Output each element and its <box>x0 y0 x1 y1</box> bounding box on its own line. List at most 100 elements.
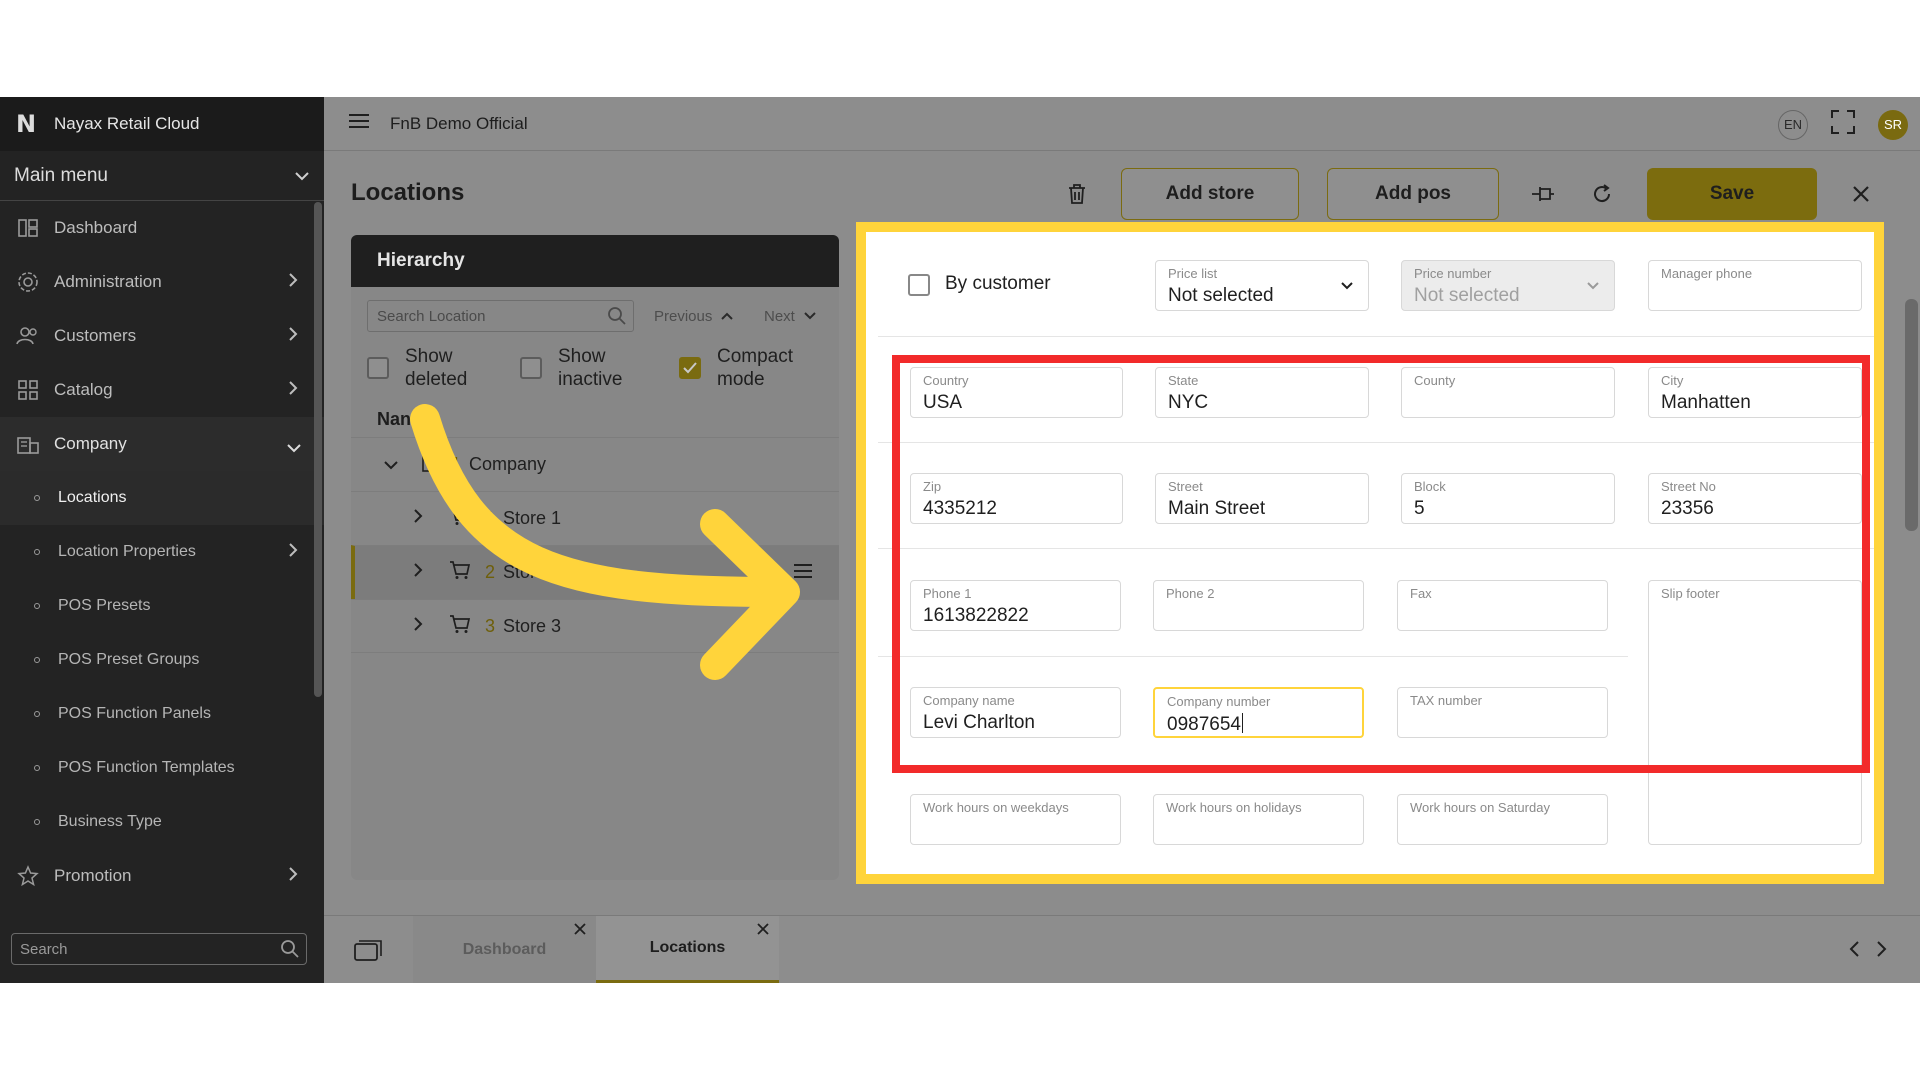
sidebar-item-promotion[interactable]: Promotion <box>0 849 324 903</box>
cart-icon <box>449 506 471 531</box>
sidebar-subitem-pos-function-templates[interactable]: POS Function Templates <box>0 741 324 795</box>
save-button[interactable]: Save <box>1647 168 1817 220</box>
work-hours-weekdays-field[interactable]: Work hours on weekdays <box>910 794 1121 845</box>
tree-row-number: 3 <box>485 615 496 636</box>
page-title: Locations <box>351 179 465 206</box>
main-menu-toggle[interactable]: Main menu <box>0 151 324 201</box>
field-label: Price list <box>1168 266 1218 281</box>
chevron-right-icon <box>288 542 298 563</box>
sidebar-item-administration[interactable]: Administration <box>0 255 324 309</box>
tree-row-store-1[interactable]: 1 Store 1 <box>351 491 839 545</box>
work-hours-holidays-field[interactable]: Work hours on holidays <box>1153 794 1364 845</box>
workspace-name: FnB Demo Official <box>390 113 528 133</box>
by-customer-checkbox[interactable] <box>908 274 930 296</box>
trash-icon[interactable] <box>1064 181 1090 207</box>
tree-row-label: Store 3 <box>503 615 562 636</box>
hamburger-menu-icon[interactable] <box>348 113 370 134</box>
compact-mode-checkbox[interactable] <box>679 357 701 379</box>
by-customer-label: By customer <box>945 273 1051 294</box>
sidebar: N Nayax Retail Cloud Main menu Dashboard… <box>0 97 324 983</box>
sidebar-subitem-pos-function-panels[interactable]: POS Function Panels <box>0 687 324 741</box>
fullscreen-icon[interactable] <box>1830 109 1856 140</box>
bullet-icon <box>34 603 40 609</box>
price-list-select[interactable]: Price list Not selected <box>1155 260 1369 311</box>
sidebar-item-label: Company <box>54 434 127 453</box>
building-icon <box>16 432 40 456</box>
brand-header: N Nayax Retail Cloud <box>0 97 324 151</box>
add-store-button[interactable]: Add store <box>1121 168 1299 220</box>
sidebar-subitem-business-type[interactable]: Business Type <box>0 795 324 849</box>
next-button[interactable]: Next <box>764 308 817 325</box>
previous-button[interactable]: Previous <box>654 308 734 325</box>
tree-row-store-2[interactable]: 2 Store 2 <box>351 545 839 599</box>
refresh-icon[interactable] <box>1589 181 1615 207</box>
field-label: Manager phone <box>1661 266 1753 281</box>
add-pos-button[interactable]: Add pos <box>1327 168 1499 220</box>
hierarchy-header: Hierarchy <box>351 235 839 287</box>
tab-dashboard[interactable]: Dashboard <box>413 916 596 983</box>
location-search-input[interactable]: Search Location <box>367 300 634 332</box>
chevron-left-icon[interactable] <box>1848 940 1860 963</box>
chevron-down-icon <box>286 438 302 458</box>
sidebar-item-dashboard[interactable]: Dashboard <box>0 201 324 255</box>
location-search-placeholder: Search Location <box>377 307 486 325</box>
chevron-right-icon <box>288 380 298 401</box>
sidebar-subitem-locations[interactable]: Locations <box>0 471 324 525</box>
sidebar-subitem-location-properties[interactable]: Location Properties <box>0 525 324 579</box>
sidebar-item-label: Promotion <box>54 866 132 885</box>
chevron-right-icon <box>288 326 298 347</box>
sidebar-search-input[interactable]: Search <box>11 933 307 965</box>
pin-icon[interactable] <box>1530 181 1556 207</box>
highlight-red-box <box>892 355 1870 773</box>
chevron-down-icon[interactable] <box>383 454 399 475</box>
chevron-right-icon[interactable] <box>413 562 423 583</box>
windows-icon[interactable] <box>354 940 382 967</box>
main-menu-label: Main menu <box>14 164 108 186</box>
users-icon <box>16 324 40 348</box>
sidebar-subitem-label: POS Preset Groups <box>58 651 200 668</box>
chevron-up-icon <box>720 308 734 325</box>
compact-mode-label: Compact mode <box>717 346 794 390</box>
sidebar-item-label: Dashboard <box>54 218 138 237</box>
search-icon[interactable] <box>280 939 300 963</box>
app-frame: N Nayax Retail Cloud Main menu Dashboard… <box>0 97 1920 983</box>
show-deleted-checkbox[interactable] <box>367 357 389 379</box>
close-icon[interactable] <box>574 922 586 940</box>
star-icon <box>16 864 40 888</box>
sidebar-item-catalog[interactable]: Catalog <box>0 363 324 417</box>
row-menu-icon[interactable] <box>793 563 813 584</box>
tree-row-store-3[interactable]: 3 Store 3 <box>351 599 839 653</box>
tab-label: Locations <box>649 939 726 956</box>
sidebar-subitem-label: Business Type <box>58 813 162 830</box>
sidebar-subitem-pos-preset-groups[interactable]: POS Preset Groups <box>0 633 324 687</box>
field-label: Work hours on weekdays <box>923 800 1069 815</box>
language-button[interactable]: EN <box>1778 109 1808 140</box>
show-inactive-checkbox[interactable] <box>520 357 542 379</box>
tree-row-company[interactable]: 1 Company <box>351 437 839 491</box>
chevron-right-icon[interactable] <box>413 508 423 529</box>
tree-row-number: 1 <box>485 508 496 528</box>
sidebar-subitem-label: POS Presets <box>58 597 151 614</box>
bullet-icon <box>34 657 40 663</box>
form-scrollbar[interactable] <box>1905 299 1918 531</box>
tab-label: Dashboard <box>462 941 547 958</box>
tab-locations[interactable]: Locations <box>596 916 779 983</box>
chevron-right-icon[interactable] <box>1876 940 1888 963</box>
sidebar-item-company[interactable]: Company <box>0 417 324 471</box>
price-number-select[interactable]: Price number Not selected <box>1401 260 1615 311</box>
sidebar-scrollbar[interactable] <box>314 202 322 697</box>
chevron-down-icon <box>803 308 817 325</box>
close-icon[interactable] <box>1848 181 1874 207</box>
chevron-down-icon <box>1340 278 1354 296</box>
chevron-right-icon[interactable] <box>413 616 423 637</box>
close-icon[interactable] <box>757 922 769 940</box>
search-icon[interactable] <box>607 306 627 330</box>
sidebar-subitem-label: Locations <box>58 489 127 506</box>
sidebar-item-customers[interactable]: Customers <box>0 309 324 363</box>
manager-phone-field[interactable]: Manager phone <box>1648 260 1862 311</box>
work-hours-saturday-field[interactable]: Work hours on Saturday <box>1397 794 1608 845</box>
brand-name: Nayax Retail Cloud <box>54 114 200 133</box>
user-avatar[interactable]: SR <box>1878 109 1908 140</box>
tree-row-number: 1 <box>451 454 462 474</box>
sidebar-subitem-pos-presets[interactable]: POS Presets <box>0 579 324 633</box>
